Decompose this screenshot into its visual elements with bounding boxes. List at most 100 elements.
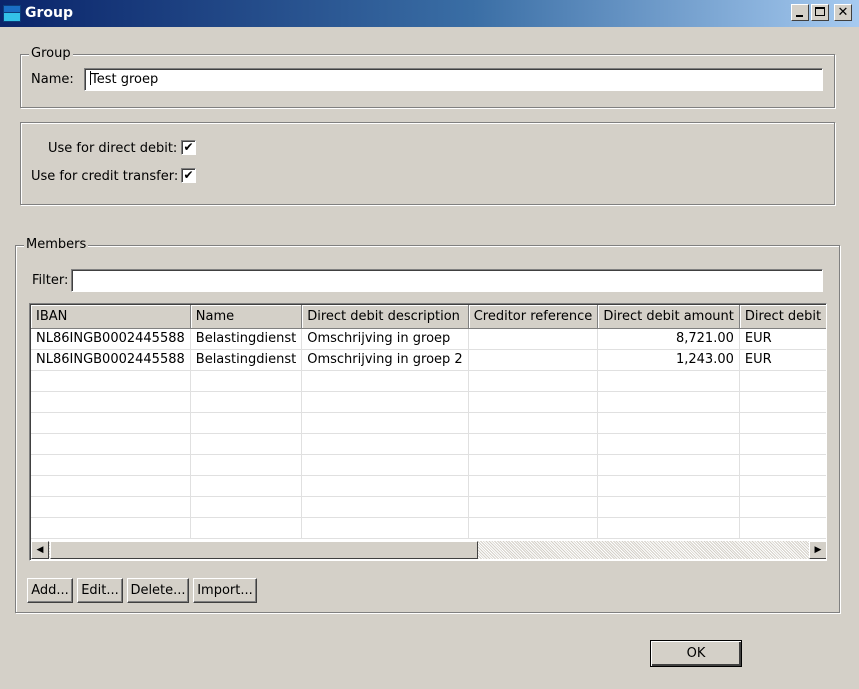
name-input[interactable]: Test groep: [84, 68, 823, 91]
empty-cell: [31, 454, 191, 476]
credit-transfer-label: Use for credit transfer:: [31, 169, 179, 184]
empty-cell: [739, 412, 826, 434]
filter-input[interactable]: [71, 269, 823, 292]
scroll-left-button[interactable]: ◀: [31, 541, 49, 559]
empty-table-row: [31, 517, 826, 539]
column-header-name[interactable]: Name: [190, 305, 303, 329]
column-header-iban[interactable]: IBAN: [31, 305, 191, 329]
empty-cell: [190, 517, 303, 539]
direct-debit-checkbox[interactable]: ✔: [181, 140, 196, 155]
edit-button[interactable]: Edit...: [77, 578, 123, 603]
empty-cell: [597, 412, 740, 434]
maximize-icon: [815, 7, 825, 16]
empty-cell: [190, 475, 303, 497]
column-header-direct-debit-amount[interactable]: Direct debit amount: [597, 305, 740, 329]
minimize-icon: [796, 15, 803, 17]
empty-cell: [31, 370, 191, 392]
checkmark-icon: ✔: [183, 168, 194, 182]
empty-cell: [468, 517, 599, 539]
cell-iban: NL86INGB0002445588: [31, 349, 191, 371]
cell-amount: 1,243.00: [597, 349, 740, 371]
empty-cell: [301, 433, 469, 455]
empty-cell: [739, 433, 826, 455]
group-legend: Group: [29, 46, 73, 61]
empty-cell: [739, 370, 826, 392]
cell-currency: EUR: [739, 328, 826, 350]
empty-cell: [301, 391, 469, 413]
arrow-left-icon: ◀: [36, 545, 44, 555]
scrollbar-thumb[interactable]: [50, 541, 478, 559]
members-legend: Members: [24, 237, 89, 252]
window-title: Group: [25, 5, 74, 21]
cell-creditor-reference: [468, 349, 599, 371]
empty-table-row: [31, 475, 826, 497]
empty-cell: [301, 454, 469, 476]
maximize-button[interactable]: [811, 4, 829, 21]
table-row[interactable]: NL86INGB0002445588 Belastingdienst Omsch…: [31, 328, 826, 350]
empty-cell: [190, 412, 303, 434]
empty-cell: [739, 475, 826, 497]
empty-table-row: [31, 454, 826, 476]
column-header-creditor-reference[interactable]: Creditor reference: [468, 305, 599, 329]
minimize-button[interactable]: [791, 4, 809, 21]
arrow-right-icon: ▶: [814, 545, 822, 555]
empty-cell: [468, 370, 599, 392]
filter-label: Filter:: [32, 273, 69, 288]
ok-button[interactable]: OK: [650, 640, 742, 667]
direct-debit-label: Use for direct debit:: [48, 141, 178, 156]
empty-cell: [190, 454, 303, 476]
empty-table-row: [31, 391, 826, 413]
empty-cell: [31, 433, 191, 455]
empty-cell: [301, 496, 469, 518]
empty-cell: [597, 517, 740, 539]
cell-name: Belastingdienst: [190, 349, 303, 371]
horizontal-scrollbar[interactable]: ◀ ▶: [31, 541, 826, 559]
name-label: Name:: [31, 72, 74, 87]
cell-creditor-reference: [468, 328, 599, 350]
credit-transfer-checkbox[interactable]: ✔: [181, 168, 196, 183]
empty-cell: [597, 454, 740, 476]
options-groupbox: [20, 122, 835, 205]
empty-cell: [301, 517, 469, 539]
members-grid: IBAN Name Direct debit description Credi…: [31, 305, 826, 539]
table-header-row: IBAN Name Direct debit description Credi…: [31, 305, 826, 329]
empty-cell: [301, 370, 469, 392]
scroll-right-button[interactable]: ▶: [809, 541, 826, 559]
cell-description: Omschrijving in groep: [301, 328, 469, 350]
empty-cell: [468, 391, 599, 413]
empty-cell: [190, 433, 303, 455]
close-button[interactable]: ✕: [834, 4, 852, 21]
import-button[interactable]: Import...: [193, 578, 257, 603]
name-input-value: Test groep: [91, 72, 159, 87]
empty-cell: [190, 370, 303, 392]
empty-cell: [597, 370, 740, 392]
empty-cell: [468, 496, 599, 518]
title-bar[interactable]: Group ✕: [0, 0, 859, 27]
empty-cell: [739, 391, 826, 413]
empty-cell: [739, 517, 826, 539]
close-icon: ✕: [837, 5, 849, 20]
empty-cell: [31, 496, 191, 518]
column-header-direct-debit-description[interactable]: Direct debit description: [301, 305, 469, 329]
add-button[interactable]: Add...: [27, 578, 73, 603]
delete-button[interactable]: Delete...: [127, 578, 189, 603]
empty-cell: [597, 475, 740, 497]
cell-description: Omschrijving in groep 2: [301, 349, 469, 371]
empty-cell: [190, 391, 303, 413]
empty-cell: [31, 412, 191, 434]
empty-cell: [301, 412, 469, 434]
empty-cell: [597, 496, 740, 518]
empty-table-row: [31, 412, 826, 434]
empty-cell: [739, 496, 826, 518]
members-table[interactable]: IBAN Name Direct debit description Credi…: [29, 303, 827, 561]
column-header-direct-debit-currency[interactable]: Direct debit currency: [739, 305, 826, 329]
empty-cell: [301, 475, 469, 497]
cell-amount: 8,721.00: [597, 328, 740, 350]
cell-iban: NL86INGB0002445588: [31, 328, 191, 350]
table-row[interactable]: NL86INGB0002445588 Belastingdienst Omsch…: [31, 349, 826, 371]
checkmark-icon: ✔: [183, 140, 194, 154]
empty-cell: [597, 391, 740, 413]
empty-cell: [597, 433, 740, 455]
empty-table-row: [31, 433, 826, 455]
empty-cell: [31, 475, 191, 497]
